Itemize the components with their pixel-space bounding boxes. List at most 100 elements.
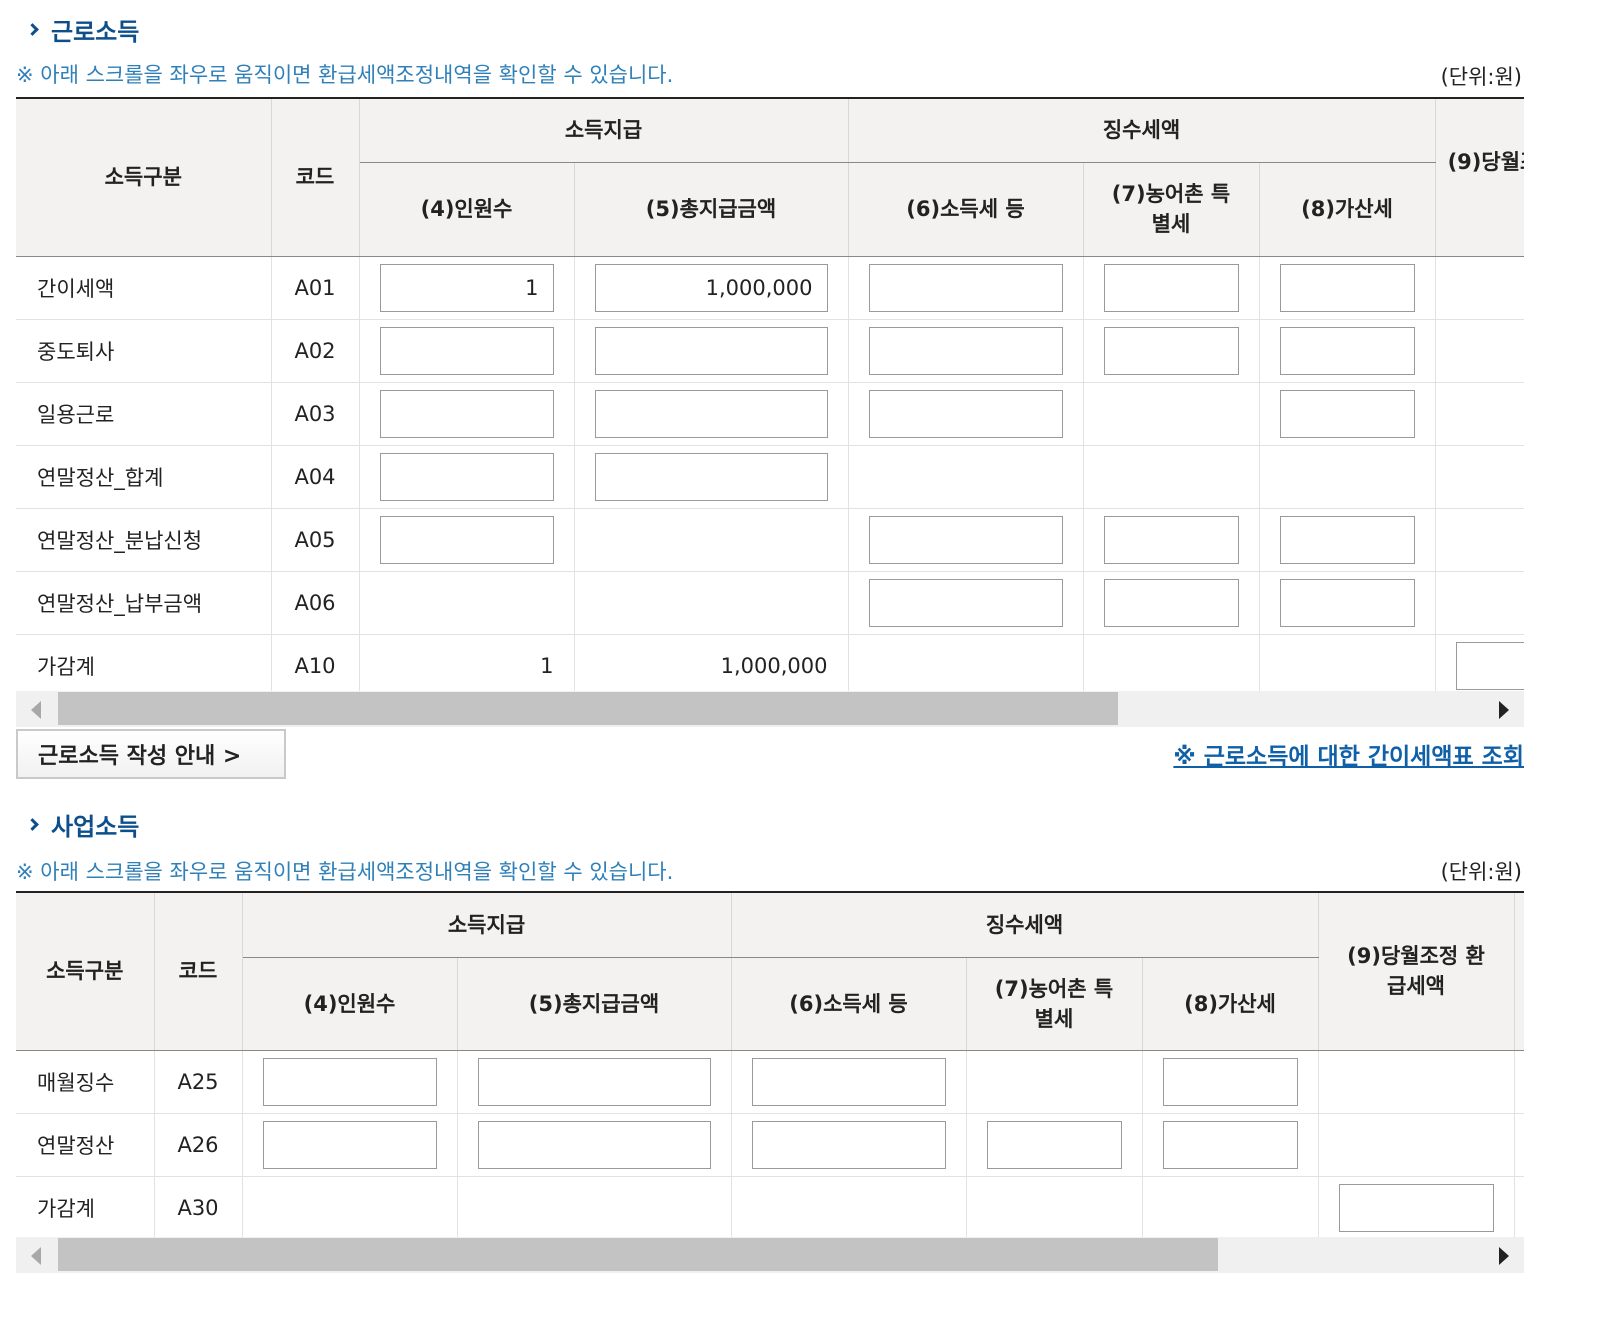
income-tax-input[interactable] bbox=[751, 1057, 946, 1106]
scroll-right-arrow-icon[interactable] bbox=[1499, 701, 1509, 719]
table-row: 중도퇴사 A02 bbox=[16, 319, 1524, 383]
total-payment-input[interactable] bbox=[594, 389, 828, 438]
income-tax-input[interactable] bbox=[868, 578, 1063, 627]
row-code: A01 bbox=[271, 256, 360, 320]
header-col6: (6)소득세 등 bbox=[731, 957, 967, 1051]
cell-col5 bbox=[574, 571, 849, 635]
income-tax-input[interactable] bbox=[751, 1120, 946, 1169]
cell-col9 bbox=[1435, 571, 1524, 635]
business-income-table: 소득구분 코드 소득지급 징수세액 (9)당월조정 환급세액 (4)인원수 (5… bbox=[16, 893, 1524, 1238]
scroll-notice: ※ 아래 스크롤을 좌우로 움직이면 환급세액조정내역을 확인할 수 있습니다. bbox=[16, 63, 674, 87]
cell-col6 bbox=[848, 445, 1084, 509]
header-col5: (5)총지급금액 bbox=[574, 162, 849, 257]
row-code: A30 bbox=[154, 1176, 243, 1238]
cell-col8 bbox=[1259, 634, 1436, 692]
income-tax-input[interactable] bbox=[868, 389, 1063, 438]
cell-col9 bbox=[1435, 256, 1524, 320]
cell-col9 bbox=[1318, 1050, 1515, 1114]
earned-income-table-viewport: 소득구분 코드 소득지급 징수세액 (9)당월조정 환급세액 (4)인원수 (5… bbox=[16, 97, 1524, 692]
cell-col7 bbox=[966, 1113, 1143, 1177]
section-title-earned-income: 근로소득 bbox=[26, 12, 140, 47]
header-extra bbox=[1514, 893, 1524, 1051]
cell-col4 bbox=[359, 508, 575, 572]
total-payment-input[interactable] bbox=[594, 326, 828, 375]
row-label: 매월징수 bbox=[16, 1050, 155, 1114]
total-payment-input[interactable] bbox=[594, 452, 828, 501]
monthly-refund-input[interactable] bbox=[1455, 641, 1524, 690]
table-row: 연말정산_합계 A04 bbox=[16, 445, 1524, 509]
table-row: 가감계 A30 bbox=[16, 1176, 1524, 1238]
cell-col7 bbox=[966, 1050, 1143, 1114]
cell-col5 bbox=[457, 1113, 732, 1177]
scrollbar-thumb[interactable] bbox=[58, 1238, 1218, 1271]
row-code: A03 bbox=[271, 382, 360, 446]
headcount-input[interactable] bbox=[262, 1120, 437, 1169]
headcount-input[interactable] bbox=[379, 326, 554, 375]
header-col4: (4)인원수 bbox=[242, 957, 458, 1051]
row-code: A05 bbox=[271, 508, 360, 572]
section-title-text: 근로소득 bbox=[51, 18, 140, 46]
scroll-right-arrow-icon[interactable] bbox=[1499, 1247, 1509, 1265]
unit-label: (단위:원) bbox=[1440, 65, 1522, 89]
cell-col8 bbox=[1142, 1050, 1319, 1114]
header-code: 코드 bbox=[271, 99, 360, 257]
header-col9: (9)당월조정 환급세액 bbox=[1318, 893, 1515, 1051]
cell-col6 bbox=[848, 319, 1084, 383]
row-code: A10 bbox=[271, 634, 360, 692]
row-label: 연말정산_합계 bbox=[16, 445, 272, 509]
income-tax-input[interactable] bbox=[868, 263, 1063, 312]
horizontal-scrollbar[interactable] bbox=[16, 1237, 1524, 1273]
income-tax-input[interactable] bbox=[868, 326, 1063, 375]
scroll-left-arrow-icon[interactable] bbox=[31, 1247, 41, 1265]
cell-col7 bbox=[1083, 508, 1260, 572]
cell-col9 bbox=[1318, 1176, 1515, 1238]
table-row: 간이세액 A01 bbox=[16, 256, 1524, 320]
unit-label: (단위:원) bbox=[1440, 860, 1522, 884]
cell-col6 bbox=[731, 1113, 967, 1177]
header-col5: (5)총지급금액 bbox=[457, 957, 732, 1051]
income-tax-input[interactable] bbox=[868, 515, 1063, 564]
row-label: 연말정산 bbox=[16, 1113, 155, 1177]
cell-col6 bbox=[848, 571, 1084, 635]
monthly-refund-input[interactable] bbox=[1338, 1183, 1494, 1232]
earned-income-guide-button[interactable]: 근로소득 작성 안내 > bbox=[16, 729, 286, 779]
chevron-right-icon bbox=[26, 23, 39, 36]
earned-income-table: 소득구분 코드 소득지급 징수세액 (9)당월조정 환급세액 (4)인원수 (5… bbox=[16, 99, 1524, 692]
simplified-tax-table-link[interactable]: ※ 근로소득에 대한 간이세액표 조회 bbox=[1173, 737, 1524, 771]
row-code: A02 bbox=[271, 319, 360, 383]
horizontal-scrollbar[interactable] bbox=[16, 691, 1524, 727]
rural-special-tax-input[interactable] bbox=[1103, 578, 1239, 627]
rural-special-tax-input[interactable] bbox=[1103, 263, 1239, 312]
cell-col9 bbox=[1435, 445, 1524, 509]
rural-special-tax-input[interactable] bbox=[1103, 515, 1239, 564]
penalty-tax-input[interactable] bbox=[1279, 326, 1415, 375]
penalty-tax-input[interactable] bbox=[1162, 1057, 1298, 1106]
headcount-input[interactable] bbox=[262, 1057, 437, 1106]
headcount-input[interactable] bbox=[379, 263, 554, 312]
headcount-input[interactable] bbox=[379, 515, 554, 564]
scroll-left-arrow-icon[interactable] bbox=[31, 701, 41, 719]
total-payment-input[interactable] bbox=[477, 1057, 711, 1106]
cell-col7 bbox=[1083, 319, 1260, 383]
headcount-input[interactable] bbox=[379, 389, 554, 438]
penalty-tax-input[interactable] bbox=[1279, 578, 1415, 627]
headcount-input[interactable] bbox=[379, 452, 554, 501]
scrollbar-thumb[interactable] bbox=[58, 692, 1118, 725]
cell-col6 bbox=[848, 256, 1084, 320]
rural-special-tax-input[interactable] bbox=[1103, 326, 1239, 375]
penalty-tax-input[interactable] bbox=[1279, 389, 1415, 438]
penalty-tax-input[interactable] bbox=[1162, 1120, 1298, 1169]
rural-special-tax-input[interactable] bbox=[986, 1120, 1122, 1169]
penalty-tax-input[interactable] bbox=[1279, 515, 1415, 564]
total-payment-input[interactable] bbox=[594, 263, 828, 312]
header-code: 코드 bbox=[154, 893, 243, 1051]
row-label: 연말정산_납부금액 bbox=[16, 571, 272, 635]
row-code: A06 bbox=[271, 571, 360, 635]
total-payment-input[interactable] bbox=[477, 1120, 711, 1169]
table-row: 가감계 A10 1 1,000,000 bbox=[16, 634, 1524, 692]
cell-col4 bbox=[359, 319, 575, 383]
header-category: 소득구분 bbox=[16, 893, 155, 1051]
cell-col9 bbox=[1435, 634, 1524, 692]
penalty-tax-input[interactable] bbox=[1279, 263, 1415, 312]
cell-col4 bbox=[359, 445, 575, 509]
